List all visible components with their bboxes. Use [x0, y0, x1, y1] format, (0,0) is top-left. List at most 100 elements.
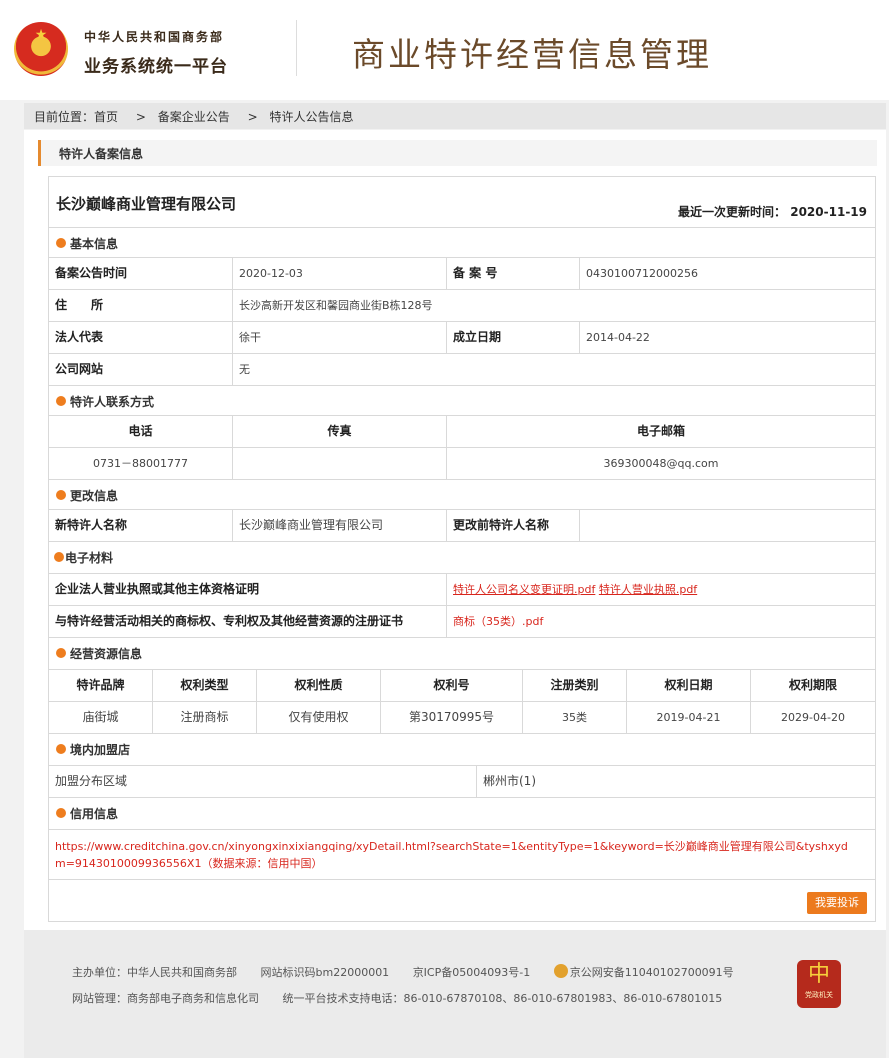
main-panel: 特许人备案信息 长沙巅峰商业管理有限公司 最近一次更新时间： 2020-11-1…: [24, 130, 886, 930]
section-title: 特许人联系方式: [70, 395, 155, 409]
footer-site-code: 网站标识码bm22000001: [260, 966, 390, 979]
breadcrumb-separator: >: [247, 110, 258, 124]
footer-line-2: 网站管理：商务部电子商务和信息化司 统一平台技术支持电话：86-010-6787…: [72, 990, 742, 1006]
right-date-cell: 2019-04-21: [627, 702, 751, 733]
footer-police[interactable]: 京公网安备11040102700091号: [570, 966, 734, 979]
site-footer: 主办单位：中华人民共和国商务部 网站标识码bm22000001 京ICP备050…: [24, 930, 886, 1058]
bullet-icon: [56, 490, 66, 500]
file-link[interactable]: 商标（35类）.pdf: [453, 615, 543, 628]
credit-link[interactable]: https://www.creditchina.gov.cn/xinyongxi…: [55, 838, 855, 872]
legal-rep-value: 徐干: [233, 322, 447, 353]
table-row: 0731－88001777 369300048@qq.com: [49, 448, 875, 479]
table-row: 企业法人营业执照或其他主体资格证明 特许人公司名义变更证明.pdf 特许人营业执…: [49, 574, 875, 606]
record-no-label: 备 案 号: [447, 258, 580, 289]
new-name-label: 新特许人名称: [49, 510, 233, 541]
table-header-row: 电话 传真 电子邮箱: [49, 416, 875, 448]
section-title: 境内加盟店: [70, 743, 131, 757]
right-type-cell: 注册商标: [153, 702, 257, 733]
table-row: 庙街城 注册商标 仅有使用权 第30170995号 35类 2019-04-21…: [49, 702, 875, 733]
credit-url[interactable]: https://www.creditchina.gov.cn/xinyongxi…: [55, 840, 848, 870]
org-name: 中华人民共和国商务部: [84, 30, 225, 44]
section-change-info: 更改信息: [49, 479, 875, 510]
footer-line-1: 主办单位：中华人民共和国商务部 网站标识码bm22000001 京ICP备050…: [72, 964, 754, 980]
table-row: 加盟分布区域 郴州市(1): [49, 766, 875, 797]
bullet-icon: [56, 238, 66, 248]
section-title: 经营资源信息: [70, 647, 143, 661]
materials-row2-files: 商标（35类）.pdf: [447, 606, 875, 637]
file-link[interactable]: 特许人营业执照.pdf: [599, 583, 697, 596]
materials-row1-files: 特许人公司名义变更证明.pdf 特许人营业执照.pdf: [447, 574, 875, 605]
column-header: 权利期限: [788, 678, 837, 692]
national-emblem-icon: ★: [14, 22, 68, 76]
founded-label: 成立日期: [447, 322, 580, 353]
old-name-value: [580, 510, 875, 541]
section-contact: 特许人联系方式: [49, 385, 875, 416]
updated-value: 2020-11-19: [790, 205, 867, 219]
bullet-icon: [56, 744, 66, 754]
phone-value: 0731－88001777: [49, 448, 233, 479]
column-header: 权利类型: [153, 670, 257, 701]
announce-time-label: 备案公告时间: [49, 258, 233, 289]
fax-value: [233, 448, 447, 479]
record-no-value: 0430100712000256: [586, 267, 698, 280]
right-number-cell: 第30170995号: [381, 702, 523, 733]
contact-table: 电话 传真 电子邮箱 0731－88001777 369300048@qq.co…: [49, 415, 875, 479]
change-info-table: 新特许人名称 长沙巅峰商业管理有限公司 更改前特许人名称: [49, 509, 875, 541]
table-row: 住 所 长沙高新开发区和馨园商业街B栋128号: [49, 290, 875, 322]
address-label: 住 所: [49, 290, 233, 321]
right-term-cell: 2029-04-20: [781, 711, 845, 724]
badge-label: 党政机关: [805, 991, 833, 999]
section-resources: 经营资源信息: [49, 637, 875, 668]
breadcrumb-current: 特许人公告信息: [269, 110, 354, 124]
basic-info-table: 备案公告时间 2020-12-03 备 案 号 0430100712000256…: [49, 257, 875, 385]
breadcrumb-home[interactable]: 首页: [94, 110, 118, 124]
address-value: 长沙高新开发区和馨园商业街B栋128号: [239, 299, 433, 312]
header-divider: [296, 20, 297, 76]
table-row: 备案公告时间 2020-12-03 备 案 号 0430100712000256: [49, 258, 875, 290]
last-updated: 最近一次更新时间： 2020-11-19: [678, 203, 867, 220]
materials-table: 企业法人营业执照或其他主体资格证明 特许人公司名义变更证明.pdf 特许人营业执…: [49, 573, 875, 637]
breadcrumb: 目前位置：首页 > 备案企业公告 > 特许人公告信息: [24, 103, 886, 129]
website-label: 公司网站: [49, 354, 233, 385]
panel-header: 特许人备案信息: [38, 140, 877, 166]
platform-name: 业务系统统一平台: [84, 57, 228, 77]
column-header: 电话: [49, 416, 233, 447]
table-header-row: 特许品牌 权利类型 权利性质 权利号 注册类别 权利日期 权利期限: [49, 670, 875, 702]
materials-row1-label: 企业法人营业执照或其他主体资格证明: [49, 574, 447, 605]
region-value: 郴州市(1): [483, 774, 536, 788]
class-cell: 35类: [523, 702, 627, 733]
column-header: 电子邮箱: [636, 424, 685, 438]
action-row: 我要投诉: [49, 879, 875, 922]
table-row: 新特许人名称 长沙巅峰商业管理有限公司 更改前特许人名称: [49, 510, 875, 541]
file-link[interactable]: 特许人公司名义变更证明.pdf: [453, 583, 595, 596]
table-row: 法人代表 徐干 成立日期 2014-04-22: [49, 322, 875, 354]
announce-time-value: 2020-12-03: [233, 258, 447, 289]
breadcrumb-prefix: 目前位置：: [34, 110, 95, 124]
footer-manager: 网站管理：商务部电子商务和信息化司: [72, 992, 259, 1005]
legal-rep-label: 法人代表: [49, 322, 233, 353]
footer-icp[interactable]: 京ICP备05004093号-1: [413, 966, 531, 979]
bullet-icon: [56, 396, 66, 406]
credit-block: https://www.creditchina.gov.cn/xinyongxi…: [49, 829, 875, 880]
section-title: 更改信息: [70, 489, 119, 503]
column-header: 权利日期: [627, 670, 751, 701]
column-header: 权利号: [381, 670, 523, 701]
site-header: ★ 中华人民共和国商务部 业务系统统一平台 商业特许经营信息管理: [0, 0, 889, 100]
section-basic-info: 基本信息: [49, 227, 875, 258]
updated-label: 最近一次更新时间：: [678, 205, 787, 219]
report-button[interactable]: 我要投诉: [807, 892, 867, 914]
old-name-label: 更改前特许人名称: [447, 510, 580, 541]
column-header: 注册类别: [523, 670, 627, 701]
founded-value: 2014-04-22: [586, 331, 650, 344]
breadcrumb-announcements[interactable]: 备案企业公告: [158, 110, 230, 124]
column-header: 传真: [233, 416, 447, 447]
gov-site-badge-icon[interactable]: 中 党政机关: [797, 960, 841, 1008]
app-title: 商业特许经营信息管理: [352, 35, 712, 74]
table-row: 公司网站 无: [49, 354, 875, 385]
record-box: 长沙巅峰商业管理有限公司 最近一次更新时间： 2020-11-19 基本信息 备…: [48, 176, 876, 922]
brand-cell: 庙街城: [49, 702, 153, 733]
right-nature-cell: 仅有使用权: [257, 702, 381, 733]
bullet-icon: [56, 648, 66, 658]
police-badge-icon: [553, 964, 568, 978]
website-value: 无: [239, 363, 250, 376]
